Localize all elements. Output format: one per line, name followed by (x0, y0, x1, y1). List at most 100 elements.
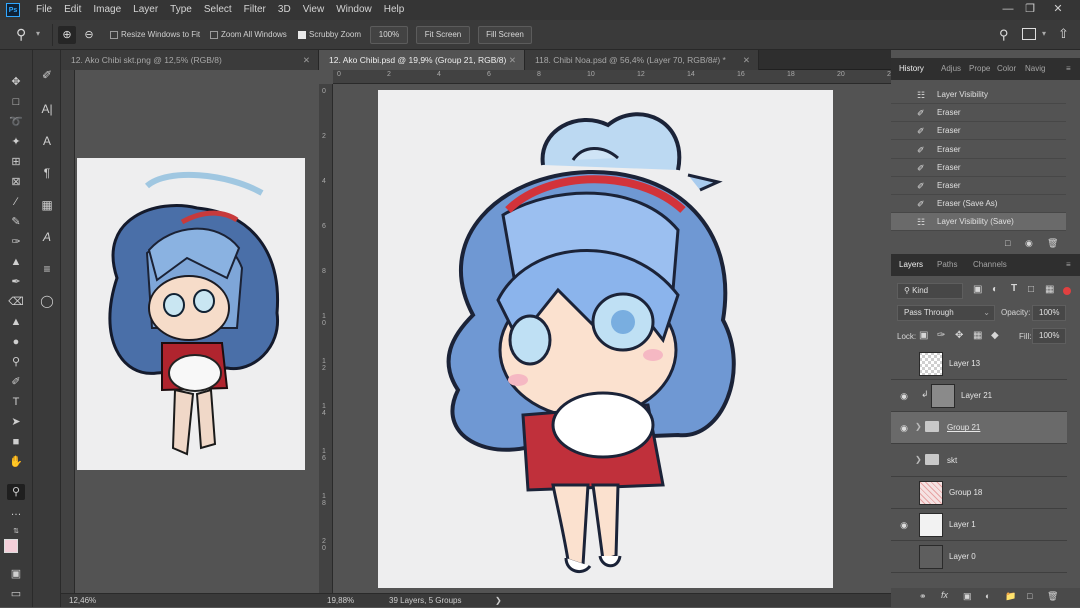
glyphs-panel-icon[interactable]: A (37, 228, 57, 246)
layer-row[interactable]: ◉ ❯ Group 21 (891, 412, 1067, 445)
menu-edit[interactable]: Edit (58, 0, 87, 20)
menu-window[interactable]: Window (330, 0, 378, 20)
menu-file[interactable]: File (30, 0, 58, 20)
history-state[interactable]: ✐ Eraser (891, 159, 1066, 177)
close-icon[interactable]: ✕ (1046, 0, 1070, 20)
fill-screen-button[interactable]: Fill Screen (478, 26, 532, 44)
eye-visible-icon[interactable]: ◉ (897, 421, 911, 435)
panel-menu-icon[interactable]: ≡ (1066, 58, 1071, 80)
healing-brush-icon[interactable]: ✎ (7, 214, 25, 230)
default-colors-icon[interactable]: ⇅ (7, 524, 25, 540)
fit-screen-button[interactable]: Fit Screen (416, 26, 470, 44)
eye-visible-icon[interactable]: ◉ (897, 389, 911, 403)
adjustments-panel-icon[interactable]: ≡ (37, 260, 57, 278)
sketch-canvas[interactable] (77, 158, 305, 470)
layer-row[interactable]: Layer 13 (891, 348, 1067, 380)
menu-filter[interactable]: Filter (238, 0, 272, 20)
filter-smart-object-icon[interactable]: ▦ (1045, 284, 1054, 295)
filter-adjustment-icon[interactable]: ◐ (992, 284, 998, 295)
history-state[interactable]: ✐ Eraser (891, 141, 1066, 159)
expand-group-icon[interactable]: ❯ (915, 422, 922, 431)
history-brush-icon[interactable]: ✒ (7, 274, 25, 290)
eraser-tool-icon[interactable]: ⌫ (7, 294, 25, 310)
menu-select[interactable]: Select (198, 0, 238, 20)
history-state[interactable]: ✐ Eraser (891, 177, 1066, 195)
tab-ako-chibi-skt[interactable]: 12. Ako Chibi skt.png @ 12,5% (RGB/8) ✕ (61, 50, 319, 70)
hand-tool-icon[interactable]: ✋ (7, 454, 25, 470)
tab-layers[interactable]: Layers (899, 254, 923, 276)
filter-type-icon[interactable]: T (1011, 283, 1017, 294)
tab-navigator[interactable]: Navig (1025, 58, 1045, 80)
3d-panel-icon[interactable]: ◯ (37, 292, 57, 310)
workspace-chevron-icon[interactable]: ▾ (1042, 29, 1046, 38)
opacity-input[interactable]: 100% (1032, 305, 1066, 321)
menu-type[interactable]: Type (164, 0, 198, 20)
layer-row[interactable]: Group 18 (891, 477, 1067, 509)
history-state[interactable]: ☷ Layer Visibility (Save) (891, 213, 1066, 232)
quick-mask-icon[interactable]: ▣ (7, 566, 25, 582)
lock-transparent-icon[interactable]: ▣ (919, 330, 928, 341)
paragraph-panel-icon[interactable]: ¶ (37, 164, 57, 182)
lock-pixels-icon[interactable]: ✑ (937, 330, 945, 341)
eye-visible-icon[interactable]: ◉ (897, 518, 911, 532)
tab-close-icon[interactable]: ✕ (303, 50, 310, 70)
tab-channels[interactable]: Channels (973, 254, 1007, 276)
zoom-tool-icon-active[interactable]: ⚲ (7, 484, 25, 500)
eye-hidden-icon[interactable] (897, 454, 911, 468)
tab-history[interactable]: History (899, 58, 924, 80)
clone-source-icon[interactable]: ▦ (37, 196, 57, 214)
delete-state-icon[interactable]: 🗑 (1047, 238, 1058, 249)
scrubby-zoom-checkbox[interactable] (298, 31, 306, 39)
history-state[interactable]: ✐ Eraser (891, 122, 1066, 141)
crop-tool-icon[interactable]: ⊞ (7, 154, 25, 170)
eye-hidden-icon[interactable] (897, 550, 911, 564)
tab-ako-chibi-psd[interactable]: 12. Ako Chibi.psd @ 19,9% (Group 21, RGB… (319, 50, 525, 70)
zoom-in-icon[interactable]: ⊕ (58, 26, 76, 44)
layer-row[interactable]: ❯ skt (891, 445, 1067, 477)
new-document-from-state-icon[interactable]: □ (1005, 238, 1010, 248)
lock-all-icon[interactable]: ◆ (991, 330, 999, 341)
adjustment-layer-icon[interactable]: ◐ (985, 591, 990, 601)
stamp-tool-icon[interactable]: ▲ (7, 254, 25, 270)
resize-windows-checkbox[interactable] (110, 31, 118, 39)
marquee-tool-icon[interactable]: □ (7, 94, 25, 110)
more-tools-icon[interactable]: … (7, 504, 25, 520)
character-panel-icon[interactable]: A| (37, 100, 57, 118)
zoom-all-checkbox[interactable] (210, 31, 218, 39)
rectangle-tool-icon[interactable]: ■ (7, 434, 25, 450)
expand-group-icon[interactable]: ❯ (915, 455, 922, 464)
menu-view[interactable]: View (297, 0, 331, 20)
zoom-readout-main[interactable]: 19,88% (327, 594, 354, 608)
tab-close-icon[interactable]: ✕ (509, 50, 516, 70)
workspace-icon[interactable] (1022, 28, 1036, 40)
magic-wand-icon[interactable]: ✦ (7, 134, 25, 150)
eyedropper-icon[interactable]: ∕ (7, 194, 25, 210)
pen-tool-icon[interactable]: ✐ (7, 374, 25, 390)
chevron-down-icon[interactable]: ▾ (36, 29, 40, 38)
frame-tool-icon[interactable]: ⊠ (7, 174, 25, 190)
dodge-tool-icon[interactable]: ⚲ (7, 354, 25, 370)
status-arrow-icon[interactable]: ❯ (495, 594, 502, 608)
restore-icon[interactable]: ❐ (1018, 0, 1042, 20)
history-state[interactable]: ✐ Eraser (Save As) (891, 195, 1066, 214)
layer-style-fx-icon[interactable]: fx (941, 590, 948, 600)
add-mask-icon[interactable]: ▣ (963, 591, 972, 602)
tab-chibi-noa[interactable]: 118. Chibi Noa.psd @ 56,4% (Layer 70, RG… (525, 50, 759, 70)
blend-mode-select[interactable]: Pass Through ⌄ (897, 305, 995, 321)
layer-row[interactable]: ◉ ↲ Layer 21 (891, 380, 1067, 413)
zoom-tool-icon[interactable]: ⚲ (16, 26, 26, 43)
eye-hidden-icon[interactable] (897, 357, 911, 371)
minimize-icon[interactable]: — (996, 0, 1020, 20)
lock-artboard-icon[interactable]: ▦ (973, 330, 982, 341)
tab-properties[interactable]: Prope (969, 58, 990, 80)
filter-shape-icon[interactable]: □ (1028, 284, 1034, 295)
menu-image[interactable]: Image (87, 0, 127, 20)
fill-input[interactable]: 100% (1032, 328, 1066, 344)
menu-layer[interactable]: Layer (127, 0, 164, 20)
history-state[interactable]: ☷ Layer Visibility (891, 86, 1066, 104)
share-icon[interactable]: ⇧ (1058, 26, 1069, 42)
filter-pixel-icon[interactable]: ▣ (973, 284, 982, 295)
tab-close-icon[interactable]: ✕ (743, 50, 750, 70)
layers-menu-icon[interactable]: ≡ (1066, 254, 1071, 276)
lock-position-icon[interactable]: ✥ (955, 330, 963, 341)
